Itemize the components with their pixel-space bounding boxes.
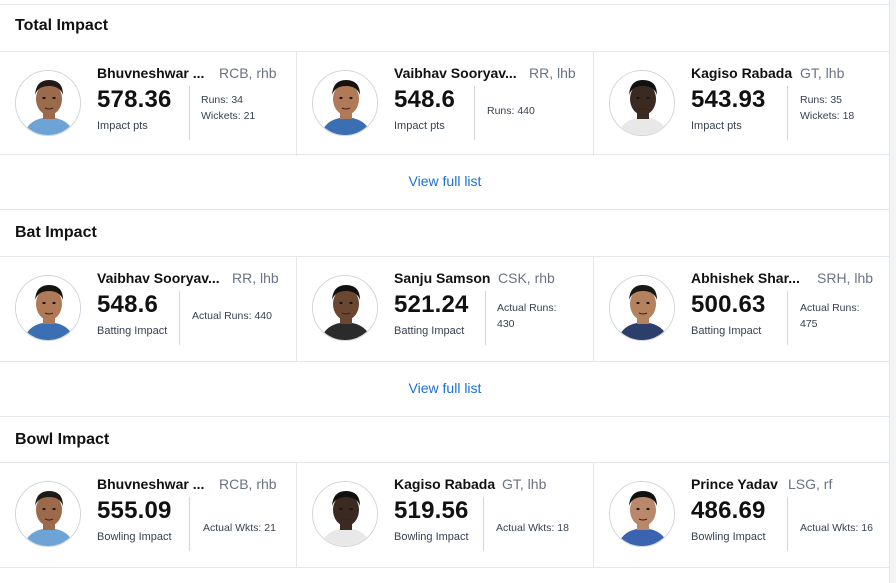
player-card[interactable]: Vaibhav Sooryav... RR, lhb 548.6 Impact pts… xyxy=(297,52,594,156)
stat-divider xyxy=(179,291,180,345)
player-avatar xyxy=(609,275,675,341)
player-name[interactable]: Prince Yadav xyxy=(691,476,778,492)
bottom-divider xyxy=(0,567,889,568)
player-card[interactable]: Bhuvneshwar ... RCB, rhb 555.09 Bowling Imp… xyxy=(0,463,297,567)
stat-divider xyxy=(787,86,788,140)
score-label: Batting Impact xyxy=(97,325,168,337)
impact-score: 543.93 xyxy=(691,86,766,113)
player-cards-row: Bhuvneshwar ... RCB, rhb 578.36 Impact pts R… xyxy=(0,52,890,156)
player-stat: Runs: 34 xyxy=(201,94,244,106)
score-label: Impact pts xyxy=(394,120,445,132)
player-stat: Runs: 35 xyxy=(800,94,843,106)
impact-score: 555.09 xyxy=(97,497,172,524)
player-card[interactable]: Kagiso Rabada GT, lhb 519.56 Bowling Impact… xyxy=(297,463,594,567)
view-full-list-link[interactable]: View full list xyxy=(0,173,890,189)
section-title: Bowl Impact xyxy=(15,431,110,448)
player-avatar xyxy=(312,275,378,341)
player-name[interactable]: Abhishek Shar... xyxy=(691,270,800,286)
impact-score: 578.36 xyxy=(97,86,172,113)
player-team-role: CSK, rhb xyxy=(498,270,555,286)
player-stat: Runs: 440 xyxy=(487,105,535,117)
player-team-role: SRH, lhb xyxy=(817,270,874,286)
score-label: Bowling Impact xyxy=(394,531,469,543)
player-card[interactable]: Kagiso Rabada GT, lhb 543.93 Impact pts Runs… xyxy=(594,52,890,156)
player-avatar xyxy=(312,70,378,136)
player-stat: Actual Wkts: 21 xyxy=(203,522,276,534)
player-name[interactable]: Bhuvneshwar ... xyxy=(97,476,204,492)
player-stat: Actual Runs: 440 xyxy=(192,310,272,322)
stat-divider xyxy=(787,291,788,345)
player-name[interactable]: Kagiso Rabada xyxy=(691,65,792,81)
stat-divider xyxy=(787,497,788,551)
score-label: Impact pts xyxy=(691,120,742,132)
player-card[interactable]: Prince Yadav LSG, rf 486.69 Bowling Impact A… xyxy=(594,463,890,567)
impact-score: 521.24 xyxy=(394,291,469,318)
stat-divider xyxy=(485,291,486,345)
player-card[interactable]: Abhishek Shar... SRH, lhb 500.63 Batting Im… xyxy=(594,257,890,361)
player-team-role: RR, lhb xyxy=(529,65,576,81)
player-card[interactable]: Vaibhav Sooryav... RR, lhb 548.6 Batting Im… xyxy=(0,257,297,361)
player-card[interactable]: Sanju Samson CSK, rhb 521.24 Batting Impact… xyxy=(297,257,594,361)
player-stat: Actual Runs: xyxy=(800,302,860,314)
score-label: Bowling Impact xyxy=(691,531,766,543)
player-stat: Actual Wkts: 16 xyxy=(800,522,873,534)
top-divider xyxy=(0,4,889,5)
impact-score: 500.63 xyxy=(691,291,766,318)
stat-divider xyxy=(474,86,475,140)
player-cards-row: Bhuvneshwar ... RCB, rhb 555.09 Bowling Imp… xyxy=(0,463,890,567)
player-cards-row: Vaibhav Sooryav... RR, lhb 548.6 Batting Im… xyxy=(0,257,890,361)
stat-divider xyxy=(189,86,190,140)
impact-score: 486.69 xyxy=(691,497,766,524)
player-avatar xyxy=(312,481,378,547)
player-name[interactable]: Sanju Samson xyxy=(394,270,490,286)
player-team-role: GT, lhb xyxy=(800,65,845,81)
player-stat: 475 xyxy=(800,318,818,330)
player-stat: Wickets: 18 xyxy=(800,110,855,122)
player-stat: 430 xyxy=(497,318,515,330)
player-avatar xyxy=(609,481,675,547)
score-label: Batting Impact xyxy=(394,325,465,337)
player-name[interactable]: Kagiso Rabada xyxy=(394,476,495,492)
player-name[interactable]: Vaibhav Sooryav... xyxy=(97,270,220,286)
stat-divider xyxy=(189,497,190,551)
player-team-role: LSG, rf xyxy=(788,476,833,492)
impact-score: 519.56 xyxy=(394,497,469,524)
player-team-role: RCB, rhb xyxy=(219,476,277,492)
impact-score: 548.6 xyxy=(97,291,159,318)
section-title: Total Impact xyxy=(15,17,109,34)
player-team-role: RR, lhb xyxy=(232,270,279,286)
score-label: Batting Impact xyxy=(691,325,762,337)
player-name[interactable]: Bhuvneshwar ... xyxy=(97,65,204,81)
section-title: Bat Impact xyxy=(15,224,97,241)
score-label: Bowling Impact xyxy=(97,531,172,543)
stat-divider xyxy=(483,497,484,551)
player-avatar xyxy=(15,275,81,341)
view-full-list-bar: View full list xyxy=(0,154,890,210)
player-team-role: GT, lhb xyxy=(502,476,547,492)
player-avatar xyxy=(15,481,81,547)
player-stat: Wickets: 21 xyxy=(201,110,256,122)
player-avatar xyxy=(15,70,81,136)
impact-score: 548.6 xyxy=(394,86,456,113)
impact-leaderboard-page: Total Impact Bhuvneshwar ... RCB, rhb 578.… xyxy=(0,0,890,583)
player-card[interactable]: Bhuvneshwar ... RCB, rhb 578.36 Impact pts R… xyxy=(0,52,297,156)
score-label: Impact pts xyxy=(97,120,148,132)
player-name[interactable]: Vaibhav Sooryav... xyxy=(394,65,517,81)
view-full-list-bar: View full list xyxy=(0,361,890,417)
view-full-list-link[interactable]: View full list xyxy=(0,380,890,396)
player-stat: Actual Wkts: 18 xyxy=(496,522,569,534)
player-team-role: RCB, rhb xyxy=(219,65,277,81)
player-stat: Actual Runs: xyxy=(497,302,557,314)
player-avatar xyxy=(609,70,675,136)
